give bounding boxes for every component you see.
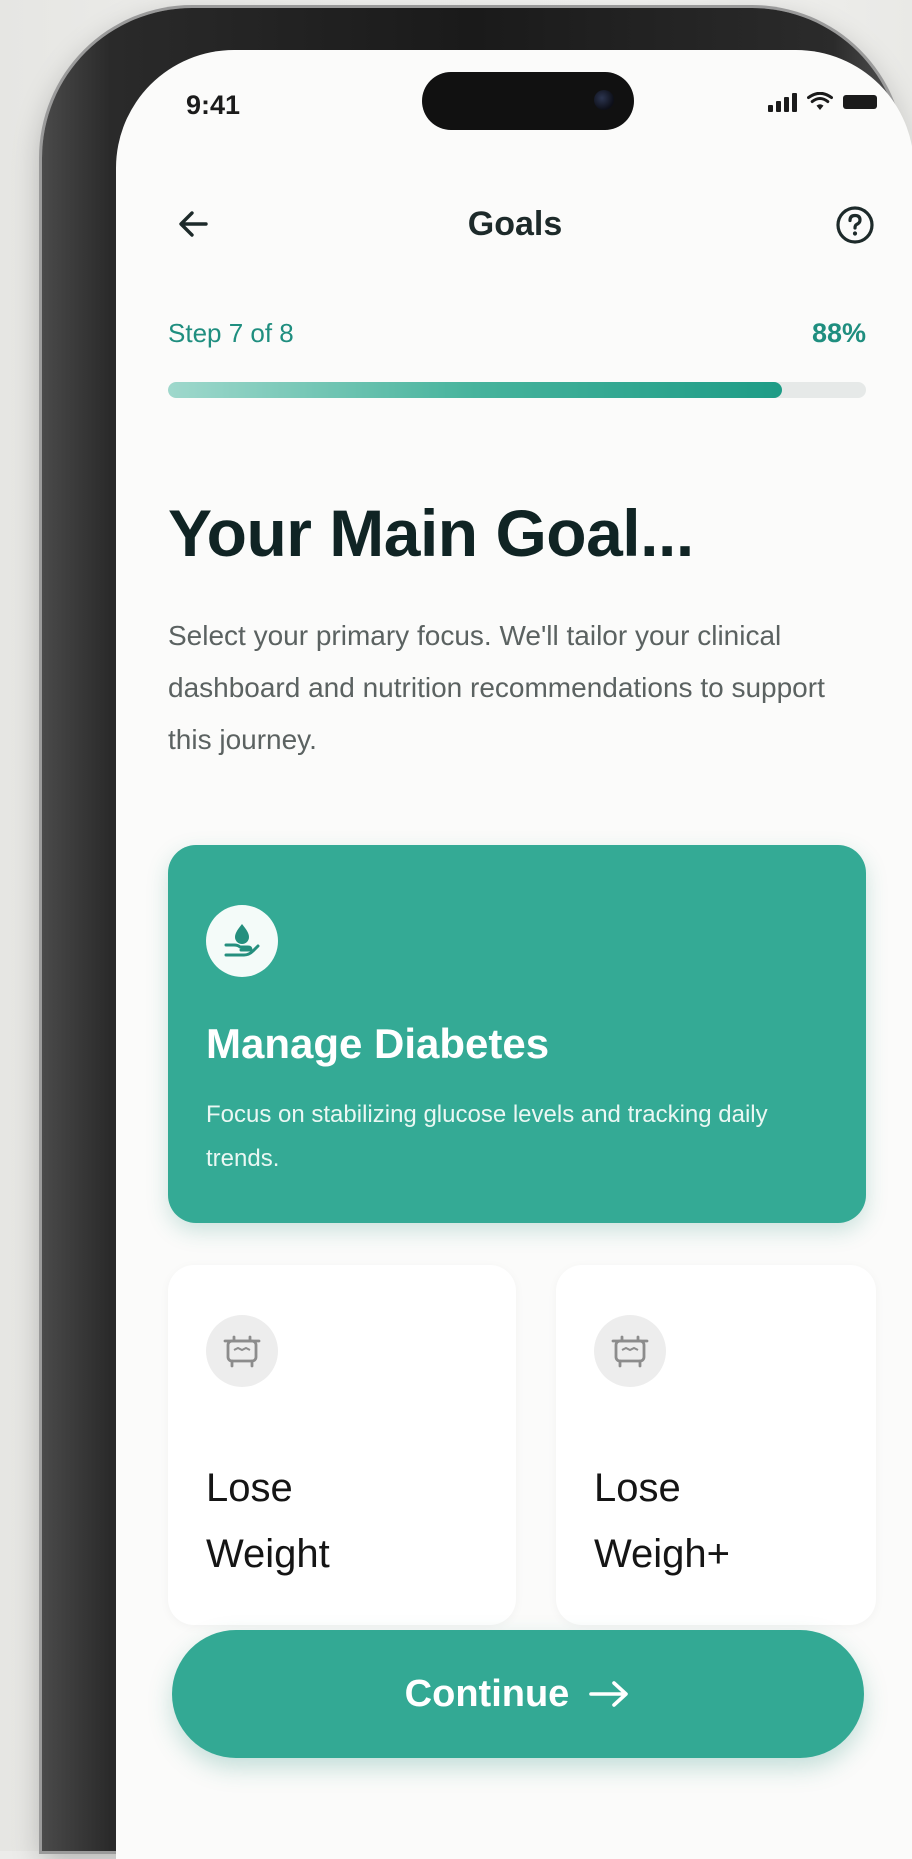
status-icons [768,92,877,112]
goal-title: Manage Diabetes [206,1020,550,1067]
main-heading: Your Main Goal... [168,496,694,570]
step-label: Step 7 of 8 [168,318,294,348]
page-title: Goals [467,205,563,243]
goal-card-lose-weight[interactable]: Lose Weight [168,1265,516,1625]
progress-bar [168,382,866,398]
phone-frame: 9:41 Goals Step 7 of 8 88% Your Main Goa… [42,8,912,1859]
goal-title: Lose Weigh+ [594,1466,731,1576]
goal-description: Focus on stabilizing glucose levels and … [206,1101,768,1172]
progress-fill [168,382,783,398]
drop-hand-icon [206,905,278,977]
goal-card-manage-diabetes[interactable]: Manage Diabetes Focus on stabilizing glu… [168,845,866,1223]
continue-label: Continue [404,1672,570,1715]
status-time: 9:41 [186,90,241,120]
continue-button[interactable]: Continue [172,1630,864,1758]
phone-screen: 9:41 Goals Step 7 of 8 88% Your Main Goa… [116,50,912,1859]
scale-icon [206,1315,278,1387]
wifi-icon [807,92,833,110]
goal-card-lose-weight-2[interactable]: Lose Weigh+ [556,1265,876,1625]
dynamic-island [422,72,634,130]
scale-icon [594,1315,666,1387]
camera-icon [594,90,614,110]
question-circle-icon[interactable] [834,204,876,246]
battery-icon [843,95,877,109]
goal-title: Lose Weight [206,1466,330,1576]
intro-text: Select your primary focus. We'll tailor … [168,620,825,755]
progress-percent: 88% [811,318,866,348]
signal-icon [768,92,797,112]
arrow-right-icon [589,1681,629,1707]
